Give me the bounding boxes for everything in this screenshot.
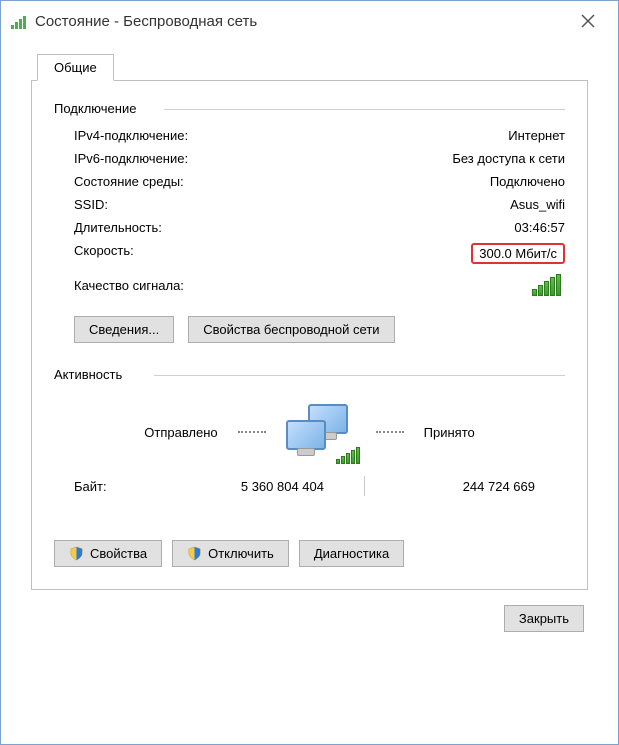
close-button[interactable] xyxy=(568,6,608,36)
duration-value: 03:46:57 xyxy=(514,220,565,235)
ipv4-row: IPv4-подключение: Интернет xyxy=(54,124,565,147)
tab-general[interactable]: Общие xyxy=(37,54,114,81)
signal-row: Качество сигнала: xyxy=(54,268,565,302)
received-label: Принято xyxy=(424,425,475,440)
duration-label: Длительность: xyxy=(74,220,162,235)
divider-dash xyxy=(376,431,404,433)
signal-label: Качество сигнала: xyxy=(74,278,184,293)
divider xyxy=(364,476,365,496)
tab-panel: Подключение IPv4-подключение: Интернет I… xyxy=(31,80,588,590)
divider xyxy=(164,109,565,110)
duration-row: Длительность: 03:46:57 xyxy=(54,216,565,239)
activity-group: Активность Отправлено Принято xyxy=(54,367,565,502)
bytes-sent-value: 5 360 804 404 xyxy=(164,479,354,494)
close-icon xyxy=(581,14,595,28)
dialog-footer: Закрыть xyxy=(31,591,588,632)
network-status-dialog: Состояние - Беспроводная сеть Общие Подк… xyxy=(0,0,619,745)
connection-group-text: Подключение xyxy=(54,101,136,116)
dialog-content: Общие Подключение IPv4-подключение: Инте… xyxy=(1,41,618,652)
activity-visual: Отправлено Принято xyxy=(54,390,565,470)
connection-buttons: Сведения... Свойства беспроводной сети xyxy=(54,302,565,347)
bytes-row: Байт: 5 360 804 404 244 724 669 xyxy=(54,470,565,502)
disable-button[interactable]: Отключить xyxy=(172,540,289,567)
speed-value: 300.0 Мбит/с xyxy=(471,243,565,264)
bottom-buttons: Свойства Отключить Диагностика xyxy=(54,522,565,567)
signal-strength-icon xyxy=(531,274,561,296)
ipv6-row: IPv6-подключение: Без доступа к сети xyxy=(54,147,565,170)
tab-bar: Общие xyxy=(31,51,588,81)
speed-value-wrap: 300.0 Мбит/с xyxy=(471,243,565,264)
wireless-properties-button[interactable]: Свойства беспроводной сети xyxy=(188,316,394,343)
speed-row: Скорость: 300.0 Мбит/с xyxy=(54,239,565,268)
divider-dash xyxy=(238,431,266,433)
ipv6-label: IPv6-подключение: xyxy=(74,151,188,166)
disable-button-label: Отключить xyxy=(208,546,274,561)
close-dialog-button[interactable]: Закрыть xyxy=(504,605,584,632)
connection-group: Подключение IPv4-подключение: Интернет I… xyxy=(54,101,565,347)
ipv6-value: Без доступа к сети xyxy=(452,151,565,166)
ipv4-label: IPv4-подключение: xyxy=(74,128,188,143)
wifi-signal-icon xyxy=(11,13,27,29)
diagnose-button[interactable]: Диагностика xyxy=(299,540,404,567)
activity-group-text: Активность xyxy=(54,367,122,382)
shield-icon xyxy=(69,546,84,561)
ipv4-value: Интернет xyxy=(508,128,565,143)
details-button[interactable]: Сведения... xyxy=(74,316,174,343)
divider xyxy=(154,375,565,376)
ssid-label: SSID: xyxy=(74,197,108,212)
ssid-row: SSID: Asus_wifi xyxy=(54,193,565,216)
titlebar: Состояние - Беспроводная сеть xyxy=(1,1,618,41)
properties-button[interactable]: Свойства xyxy=(54,540,162,567)
network-activity-icon xyxy=(286,402,356,462)
sent-label: Отправлено xyxy=(144,425,217,440)
window-title: Состояние - Беспроводная сеть xyxy=(35,13,257,30)
media-value: Подключено xyxy=(490,174,565,189)
bytes-received-value: 244 724 669 xyxy=(375,479,565,494)
activity-group-label: Активность xyxy=(54,367,565,382)
bytes-label: Байт: xyxy=(74,479,164,494)
speed-label: Скорость: xyxy=(74,243,134,264)
media-row: Состояние среды: Подключено xyxy=(54,170,565,193)
ssid-value: Asus_wifi xyxy=(510,197,565,212)
media-label: Состояние среды: xyxy=(74,174,184,189)
shield-icon xyxy=(187,546,202,561)
connection-group-label: Подключение xyxy=(54,101,565,116)
properties-button-label: Свойства xyxy=(90,546,147,561)
